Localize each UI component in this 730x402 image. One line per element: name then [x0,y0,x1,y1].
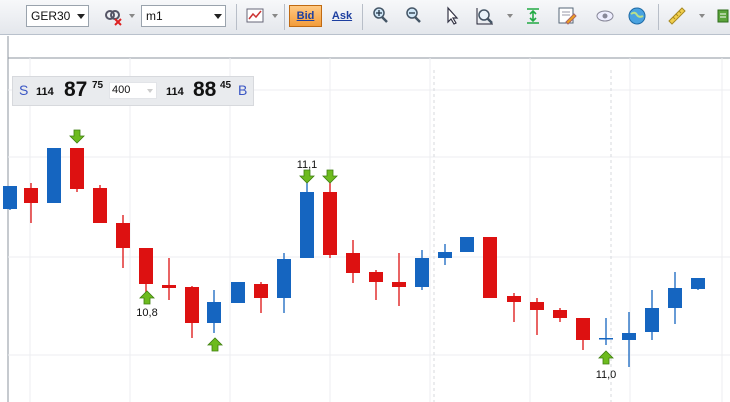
indicator-dropdown-arrow[interactable] [129,14,135,18]
bid-button[interactable]: Bid [289,5,322,27]
pointer-icon[interactable] [441,5,463,27]
lot-size-value: 400 [112,84,131,96]
candle-body [300,192,314,258]
autoscale-icon[interactable] [522,5,544,27]
candle-body [507,296,521,302]
candle-body [162,285,176,288]
candle-body [93,188,107,223]
chevron-down-icon [77,14,85,19]
candle-body [47,148,61,203]
candle-body [254,284,268,298]
timeframe-value: m1 [146,9,163,23]
candle-body [346,253,360,273]
arrow-down-icon [322,169,338,184]
annotation-label: 11,0 [596,369,617,381]
symbol-value: GER30 [31,9,71,23]
sell-price-sup: 75 [92,80,104,91]
candle-body [438,252,452,258]
arrow-down-icon [69,129,85,144]
toolbar-separator [236,4,237,30]
candle-body [207,302,221,323]
chart-type-icon[interactable] [244,5,266,27]
zoom-range-icon[interactable] [474,5,496,27]
ask-button[interactable]: Ask [327,5,357,27]
lot-size-input[interactable]: 400 [109,82,157,99]
candle-body [24,188,38,203]
chevron-down-icon [214,14,222,19]
timeframe-dropdown[interactable]: m1 [141,5,226,27]
candle-body [392,282,406,287]
candle-body [460,237,474,252]
sell-price-prefix: 114 [36,86,54,98]
candle-body [415,258,429,287]
toolbar-separator [284,4,285,30]
visibility-icon[interactable] [594,5,616,27]
export-icon[interactable] [714,5,730,27]
toolbar: GER30 m1 Bid Ask [0,0,730,35]
buy-button[interactable]: B [238,82,247,98]
candle-body [369,272,383,282]
candle-body [277,259,291,298]
buy-price-main[interactable]: 88 [193,78,216,102]
candle-body [599,338,613,340]
globe-icon[interactable] [626,5,648,27]
arrow-down-icon [299,169,315,184]
arrow-up-icon [207,337,223,352]
candle-body [530,302,544,310]
candle-body [185,287,199,323]
indicator-remove-icon[interactable] [102,5,124,27]
zoom-dropdown-arrow[interactable] [507,14,513,18]
candle-body [553,310,567,318]
sell-button[interactable]: S [19,82,28,98]
toolbar-separator [658,4,659,30]
candle-body [139,248,153,284]
toolbar-separator [362,4,363,30]
chart-type-dropdown-arrow[interactable] [272,14,278,18]
candle-body [70,148,84,189]
candle-body [668,288,682,308]
sell-price-main[interactable]: 87 [64,78,87,102]
zoom-in-icon[interactable] [370,5,392,27]
candle-body [691,278,705,289]
buy-price-prefix: 114 [166,86,184,98]
ask-label: Ask [331,10,353,22]
candle-body [622,333,636,340]
candle-body [483,237,497,298]
annotation-label: 11,1 [297,159,318,171]
candle-body [3,186,17,209]
buy-price-sup: 45 [220,80,232,91]
annotation-label: 10,8 [136,307,157,319]
arrow-up-icon [139,290,155,305]
ruler-dropdown-arrow[interactable] [699,14,705,18]
ruler-icon[interactable] [666,5,688,27]
candle-body [231,282,245,303]
candle-body [576,318,590,340]
zoom-out-icon[interactable] [403,5,425,27]
price-panel: S 114 87 75 400 114 88 45 B [12,76,254,106]
chart-signals [69,129,614,365]
candle-body [323,192,337,255]
bid-label: Bid [296,10,315,22]
symbol-dropdown[interactable]: GER30 [26,5,89,27]
edit-note-icon[interactable] [556,5,578,27]
lot-size-spinner[interactable] [147,89,153,93]
candle-body [116,223,130,248]
candle-body [645,308,659,332]
